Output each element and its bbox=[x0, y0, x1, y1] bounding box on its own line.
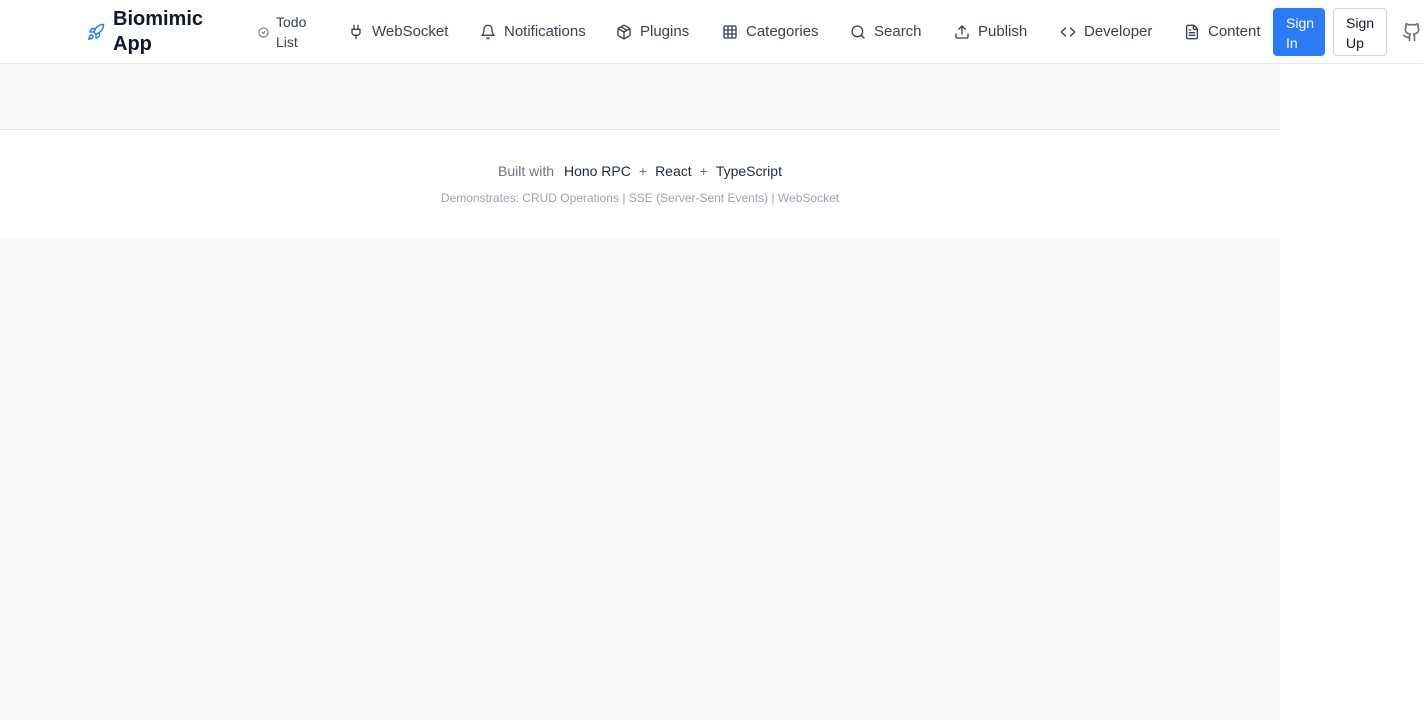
sign-in-button[interactable]: Sign In bbox=[1273, 8, 1325, 56]
plus-separator: + bbox=[638, 163, 648, 179]
top-navbar: Biomimic App Todo List WebSocket Notific… bbox=[0, 0, 1423, 64]
nav-todo-list[interactable]: Todo List bbox=[258, 0, 310, 64]
nav-websocket[interactable]: WebSocket bbox=[348, 0, 448, 64]
nav-label: Todo List bbox=[276, 14, 307, 50]
github-icon[interactable] bbox=[1402, 22, 1423, 42]
code-icon bbox=[1060, 27, 1076, 37]
file-text-icon bbox=[1186, 24, 1198, 40]
nav-publish[interactable]: Publish bbox=[954, 0, 1027, 64]
built-with-line: Built with Hono RPC + React + TypeScript bbox=[0, 163, 1280, 179]
nav-label: Categories bbox=[746, 23, 819, 40]
nav-label: Developer bbox=[1084, 23, 1153, 40]
check-circle-icon bbox=[258, 26, 269, 38]
built-with-label: Built with bbox=[498, 163, 555, 179]
nav-label: Plugins bbox=[640, 23, 690, 40]
nav-search[interactable]: Search bbox=[850, 0, 922, 64]
nav-label: Notifications bbox=[504, 23, 586, 40]
package-icon bbox=[617, 24, 631, 40]
nav-plugins[interactable]: Plugins bbox=[616, 0, 689, 64]
grid-icon bbox=[723, 25, 737, 39]
nav-label: Content bbox=[1208, 23, 1261, 40]
tech-typescript: TypeScript bbox=[715, 163, 782, 179]
nav-label: Search bbox=[874, 23, 922, 40]
brand-title: Biomimic App bbox=[113, 8, 204, 55]
sign-up-button[interactable]: Sign Up bbox=[1333, 8, 1387, 56]
brand-link[interactable]: Biomimic App bbox=[87, 5, 213, 59]
nav-label: Publish bbox=[978, 23, 1028, 40]
nav-developer[interactable]: Developer bbox=[1060, 0, 1152, 64]
demonstrates-line: Demonstrates: CRUD Operations | SSE (Ser… bbox=[440, 191, 840, 205]
bell-icon bbox=[481, 24, 495, 40]
page-footer: Built with Hono RPC + React + TypeScript Dem… bbox=[0, 130, 1280, 238]
tech-hono-rpc: Hono RPC bbox=[563, 163, 631, 179]
plus-separator: + bbox=[699, 163, 708, 179]
upload-icon bbox=[955, 25, 969, 39]
tech-react: React bbox=[655, 163, 692, 179]
plug-icon bbox=[351, 24, 361, 40]
nav-label: WebSocket bbox=[372, 23, 449, 40]
content-band bbox=[0, 64, 1280, 130]
rocket-icon bbox=[87, 23, 105, 41]
nav-notifications[interactable]: Notifications bbox=[480, 0, 586, 64]
search-icon bbox=[851, 25, 865, 39]
nav-content[interactable]: Content bbox=[1184, 0, 1261, 64]
nav-categories[interactable]: Categories bbox=[722, 0, 819, 64]
